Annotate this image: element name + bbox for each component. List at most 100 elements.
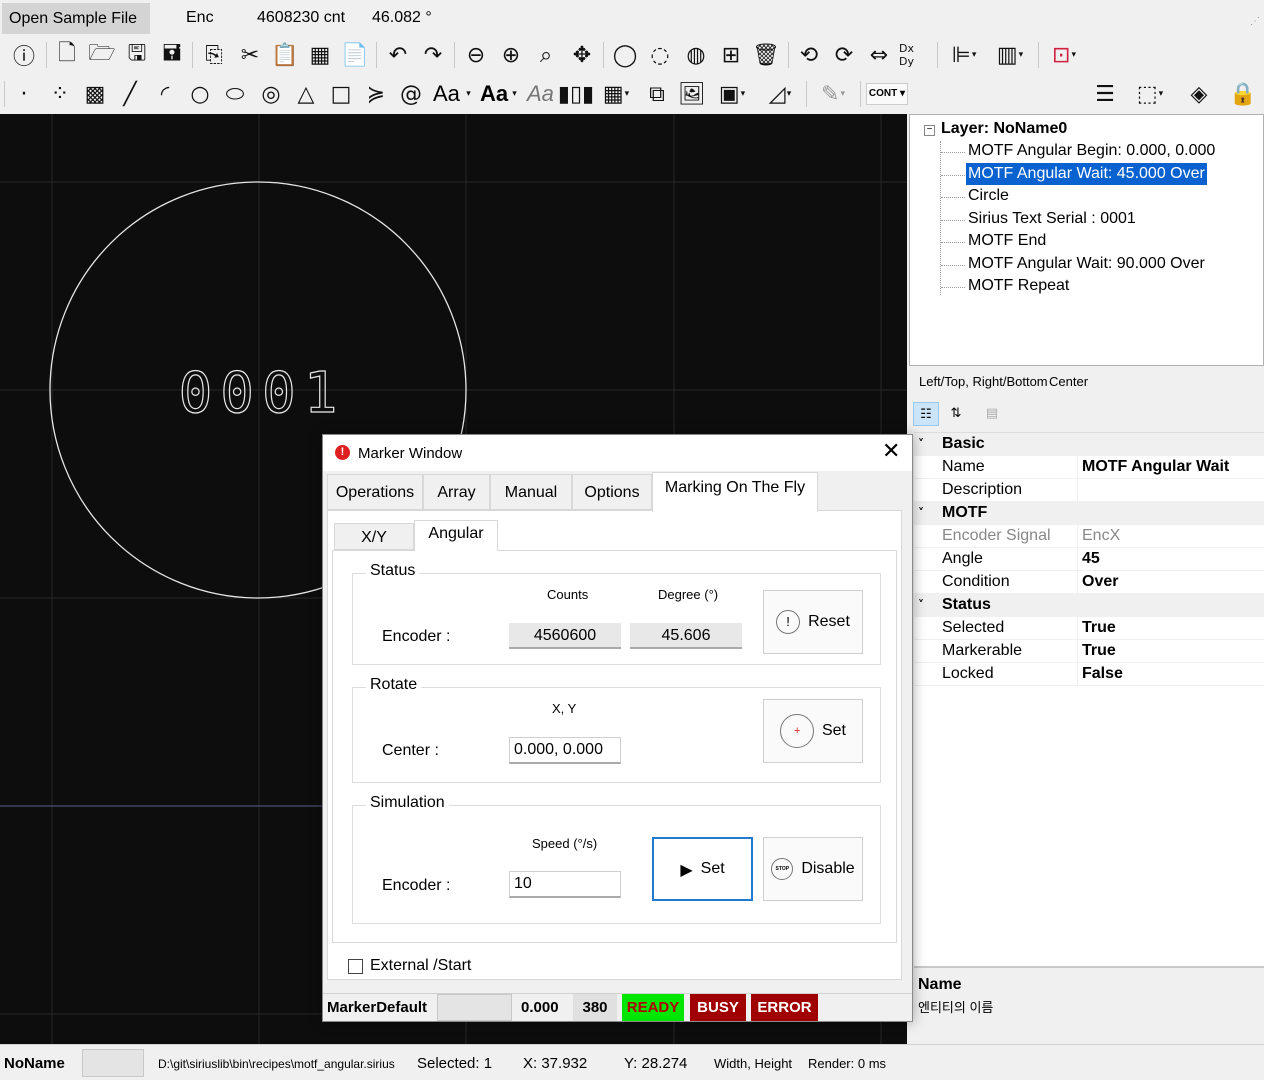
- measure-icon[interactable]: ◿ ▾: [760, 79, 800, 109]
- category-motf[interactable]: ˅ MOTF: [914, 502, 1264, 525]
- qrcode-icon[interactable]: ▦ ▾: [596, 79, 636, 109]
- list-icon[interactable]: ☰: [1090, 79, 1120, 109]
- text-tool[interactable]: Aa: [433, 79, 460, 109]
- sort-alpha-icon[interactable]: ⇅: [943, 402, 969, 426]
- subtab-xy[interactable]: X/Y: [334, 523, 414, 550]
- paste-icon[interactable]: 📋: [270, 40, 300, 70]
- prop-row-name[interactable]: Name MOTF Angular Wait: [914, 456, 1264, 479]
- align-icon[interactable]: ⊫ ▾: [944, 40, 984, 70]
- rectangle-icon[interactable]: □: [326, 79, 356, 109]
- eraser-icon[interactable]: ◈: [1184, 79, 1214, 109]
- save-icon[interactable]: 🖫: [122, 40, 152, 70]
- disable-button[interactable]: STOP Disable: [763, 837, 863, 901]
- tree-item[interactable]: MOTF Angular Begin: 0.000, 0.000: [966, 140, 1217, 162]
- layer-icon[interactable]: ⧉: [642, 79, 672, 109]
- distribute-icon[interactable]: ▥ ▾: [990, 40, 1030, 70]
- external-start-checkbox[interactable]: External /Start: [348, 957, 471, 975]
- lasso-icon[interactable]: ◌: [645, 40, 675, 70]
- tab-operations[interactable]: Operations: [327, 474, 423, 510]
- tab-marking-on-the-fly[interactable]: Marking On The Fly: [652, 472, 818, 512]
- undo-icon[interactable]: ↶: [383, 40, 413, 70]
- property-pages-icon[interactable]: ▤: [979, 402, 1005, 426]
- tree-item[interactable]: MOTF End: [966, 230, 1048, 252]
- arc-icon[interactable]: ◜: [150, 79, 180, 109]
- rotate-cw-icon[interactable]: ⟳: [829, 40, 859, 70]
- zoom-in-icon[interactable]: ⊕: [496, 40, 526, 70]
- ellipse-icon[interactable]: ⬭: [220, 79, 250, 109]
- copy-icon[interactable]: ⎘: [199, 40, 229, 70]
- group-icon[interactable]: ⊞: [716, 40, 746, 70]
- tree-item[interactable]: MOTF Repeat: [966, 275, 1071, 297]
- cut-icon[interactable]: ✂: [235, 40, 265, 70]
- raster-icon[interactable]: ▩: [80, 79, 110, 109]
- tree-item[interactable]: Circle: [966, 185, 1011, 207]
- simulation-set-button[interactable]: ▶ Set: [652, 837, 753, 901]
- prop-row-condition[interactable]: Condition Over: [914, 571, 1264, 594]
- save-as-icon[interactable]: 🖬: [157, 40, 187, 70]
- trepan-icon[interactable]: @: [396, 79, 426, 109]
- line-icon[interactable]: ╱: [115, 79, 145, 109]
- spiral-icon[interactable]: ◎: [256, 79, 286, 109]
- prop-row-description[interactable]: Description: [914, 479, 1264, 502]
- prop-row-locked[interactable]: Locked False: [914, 663, 1264, 686]
- delete-icon[interactable]: 🗑: [751, 40, 781, 70]
- text-bold-tool[interactable]: Aa: [480, 79, 508, 109]
- select-circle-icon[interactable]: ◯: [610, 40, 640, 70]
- circle-icon[interactable]: ○: [185, 79, 215, 109]
- transform-icon[interactable]: ⬚ ▾: [1130, 79, 1170, 109]
- open-sample-file-button[interactable]: Open Sample File: [2, 3, 150, 34]
- tree-item[interactable]: Sirius Text Serial : 0001: [966, 208, 1138, 230]
- rotate-ccw-icon[interactable]: ⟲: [794, 40, 824, 70]
- subtab-angular[interactable]: Angular: [414, 520, 498, 551]
- info-icon[interactable]: ⓘ: [9, 40, 39, 70]
- clipboard-icon[interactable]: 📄: [340, 40, 370, 70]
- prop-row-markerable[interactable]: Markerable True: [914, 640, 1264, 663]
- chevron-down-icon[interactable]: ˅: [918, 433, 924, 455]
- mirror-icon[interactable]: ⇔: [864, 40, 894, 70]
- tab-manual[interactable]: Manual: [490, 474, 572, 510]
- collapse-icon[interactable]: −: [924, 125, 935, 136]
- cont-button[interactable]: CONT ▾: [866, 83, 908, 105]
- category-basic[interactable]: ˅ Basic: [914, 433, 1264, 456]
- chevron-down-icon[interactable]: ˅: [918, 502, 924, 524]
- open-folder-icon[interactable]: 🗁: [87, 40, 117, 70]
- zoom-out-icon[interactable]: ⊖: [461, 40, 491, 70]
- chevron-down-icon[interactable]: ▾: [508, 79, 520, 109]
- triangle-icon[interactable]: △: [291, 79, 321, 109]
- points-icon[interactable]: ⁘: [45, 79, 75, 109]
- rotate-set-button[interactable]: + Set: [763, 699, 863, 763]
- tree-root-layer[interactable]: − Layer: NoName0: [924, 120, 1067, 138]
- dxdy-icon[interactable]: Dx Dy: [899, 40, 929, 70]
- tab-array[interactable]: Array: [423, 474, 490, 510]
- dialog-titlebar[interactable]: ! Marker Window ✕: [323, 435, 912, 471]
- tree-item[interactable]: MOTF Angular Wait: 90.000 Over: [966, 253, 1207, 275]
- center-input[interactable]: 0.000, 0.000: [509, 737, 621, 764]
- hatch-icon[interactable]: ◍: [681, 40, 711, 70]
- tree-item-selected[interactable]: MOTF Angular Wait: 45.000 Over: [966, 163, 1207, 185]
- tab-options[interactable]: Options: [572, 474, 652, 510]
- pen-icon[interactable]: ✎ ▾: [813, 79, 853, 109]
- paste-array-icon[interactable]: ▦: [305, 40, 335, 70]
- image-icon[interactable]: 🖼: [677, 79, 707, 109]
- barcode-icon[interactable]: ▮▯▮: [558, 79, 594, 109]
- prop-row-angle[interactable]: Angle 45: [914, 548, 1264, 571]
- chevron-down-icon[interactable]: ˅: [918, 594, 924, 616]
- chevron-down-icon[interactable]: ▾: [462, 79, 474, 109]
- checkbox-box[interactable]: [348, 958, 363, 974]
- text-serial-tool[interactable]: Aa: [527, 79, 554, 109]
- stop-icon[interactable]: ⊡ ▾: [1044, 40, 1084, 70]
- lock-icon[interactable]: 🔒: [1228, 79, 1258, 109]
- prop-row-encoder-signal[interactable]: Encoder Signal EncX: [914, 525, 1264, 548]
- image-dropdown-icon[interactable]: ▣ ▾: [712, 79, 752, 109]
- prop-row-selected[interactable]: Selected True: [914, 617, 1264, 640]
- speed-input[interactable]: 10: [509, 871, 621, 898]
- point-icon[interactable]: ·: [9, 79, 39, 109]
- new-file-icon[interactable]: 🗋: [52, 40, 82, 70]
- pan-icon[interactable]: ✥: [567, 40, 597, 70]
- category-status[interactable]: ˅ Status: [914, 594, 1264, 617]
- redo-icon[interactable]: ↷: [418, 40, 448, 70]
- categorized-icon[interactable]: ☷: [913, 402, 939, 426]
- close-icon[interactable]: ✕: [882, 441, 900, 463]
- reset-button[interactable]: ! Reset: [763, 590, 863, 654]
- polyline-icon[interactable]: ≽: [361, 79, 391, 109]
